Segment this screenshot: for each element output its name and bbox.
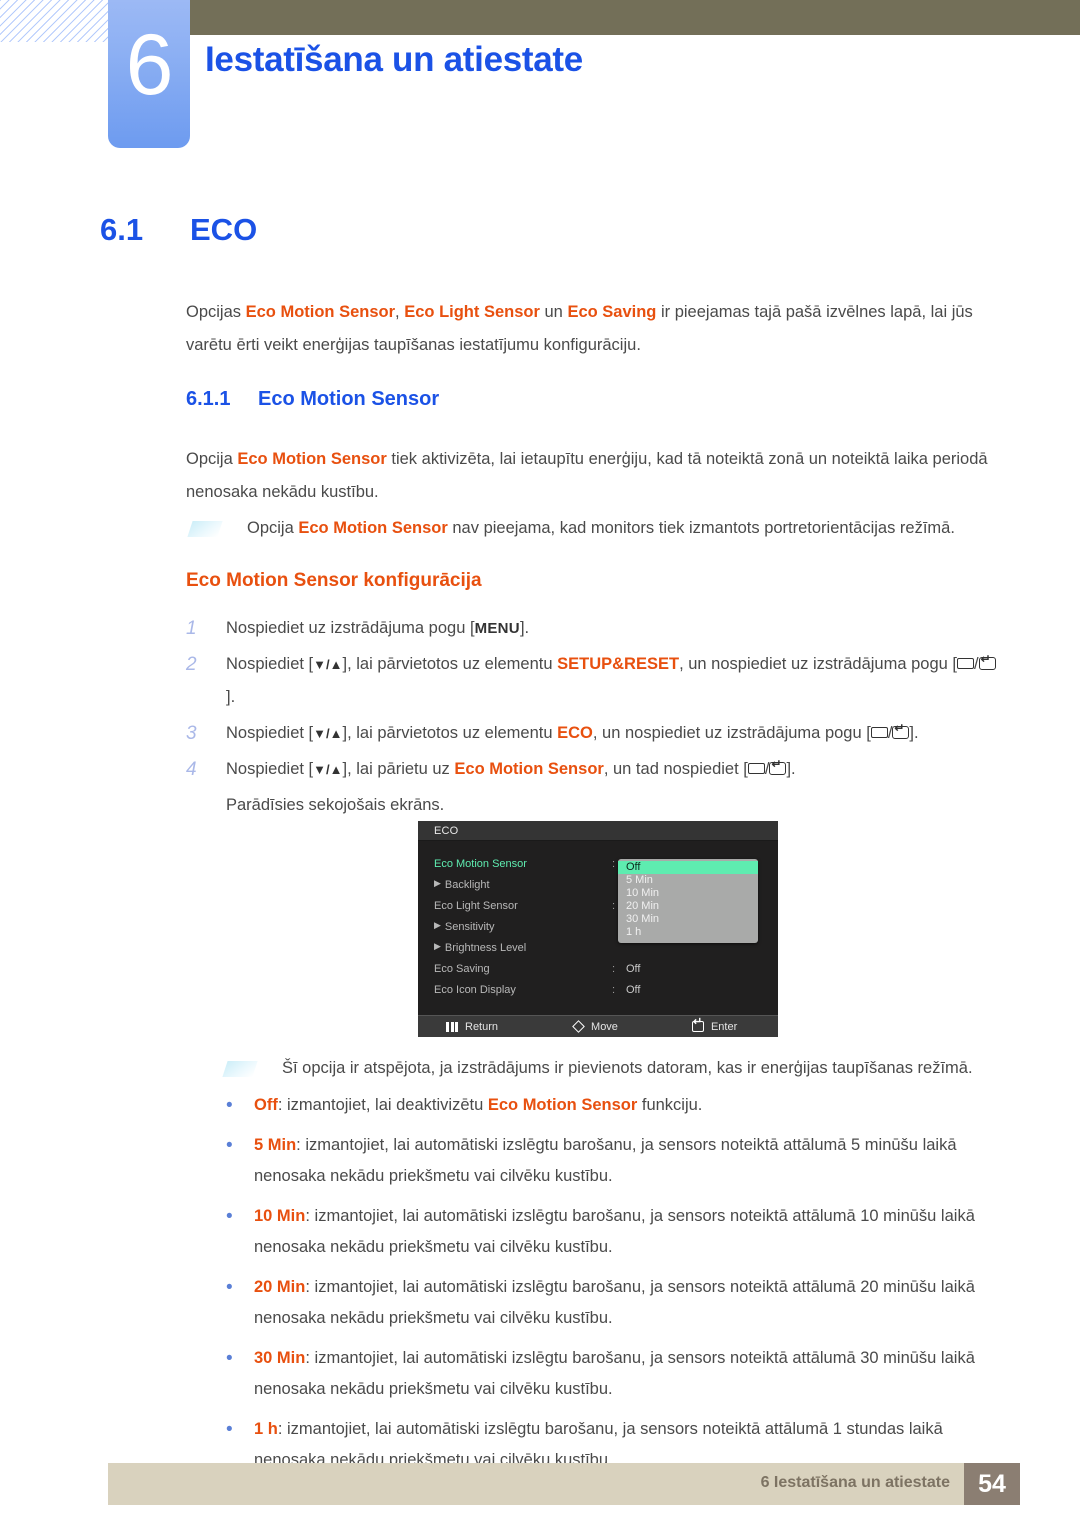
bullet-dot-icon: •	[226, 1348, 233, 1369]
bullet-text: 20 Min: izmantojiet, lai automātiski izs…	[254, 1278, 975, 1327]
list-item: • 20 Min: izmantojiet, lai automātiski i…	[222, 1272, 997, 1334]
triangle-right-icon: ▶	[434, 878, 441, 888]
enter-key-icon	[769, 758, 787, 776]
osd-title: ECO	[418, 821, 778, 841]
osd-row-value: Off	[626, 983, 641, 996]
osd-row-label: Eco Motion Sensor	[434, 857, 527, 870]
triangle-right-icon: ▶	[434, 941, 441, 951]
bullet-dot-icon: •	[226, 1277, 233, 1298]
subsection-intro-paragraph: Opcija Eco Motion Sensor tiek aktivizēta…	[186, 450, 988, 501]
osd-footer-move[interactable]: Move	[572, 1020, 618, 1033]
dropdown-option-1h[interactable]: 1 h	[618, 926, 758, 939]
dropdown-option-5min[interactable]: 5 Min	[618, 874, 758, 887]
osd-footer-return[interactable]: Return	[446, 1021, 498, 1033]
osd-body: Eco Motion Sensor : ▶ Backlight Eco Ligh…	[418, 841, 778, 1011]
footer-chapter-label: 6 Iestatīšana un atiestate	[760, 1474, 950, 1491]
page-number: 54	[964, 1463, 1020, 1505]
note-icon	[222, 1061, 258, 1077]
header-olive-bar	[190, 0, 1080, 35]
note-row-1: Opcija Eco Motion Sensor nav pieejama, k…	[187, 513, 990, 543]
eco-motion-sensor-dropdown[interactable]: Off 5 Min 10 Min 20 Min 30 Min 1 h	[618, 859, 758, 943]
note-icon	[187, 521, 223, 537]
enter-key-icon	[691, 1017, 704, 1032]
note-text-1: Opcija Eco Motion Sensor nav pieejama, k…	[247, 519, 955, 537]
step-item: 4 Nospiediet [▼/▲], lai pārietu uz Eco M…	[186, 753, 1001, 786]
chapter-number-tab: 6	[108, 0, 190, 148]
osd-row-colon: :	[612, 962, 616, 975]
bullet-text: 5 Min: izmantojiet, lai automātiski izsl…	[254, 1136, 957, 1185]
note-text-2: Šī opcija ir atspējota, ja izstrādājums …	[282, 1059, 973, 1077]
osd-row-colon: :	[612, 983, 616, 996]
osd-footer-bar: Return Move Enter	[418, 1015, 778, 1037]
enter-key-icon	[892, 722, 910, 740]
note-row-2: Šī opcija ir atspējota, ja izstrādājums …	[222, 1053, 995, 1083]
osd-footer-enter[interactable]: Enter	[691, 1017, 738, 1033]
source-key-icon	[747, 763, 765, 775]
subsection-heading: 6.1.1 Eco Motion Sensor	[186, 388, 439, 411]
bullet-text: 10 Min: izmantojiet, lai automātiski izs…	[254, 1207, 975, 1256]
source-key-icon	[870, 727, 888, 739]
diamond-icon	[572, 1020, 585, 1033]
page-footer-bar: 6 Iestatīšana un atiestate 54	[108, 1463, 1020, 1505]
bullet-dot-icon: •	[226, 1135, 233, 1156]
enter-key-icon	[978, 653, 996, 671]
config-heading: Eco Motion Sensor konfigurācija	[186, 570, 482, 591]
dropdown-option-30min[interactable]: 30 Min	[618, 913, 758, 926]
osd-row-eco-icon-display[interactable]: Eco Icon Display : Off	[418, 979, 778, 1000]
step-text: Nospiediet [▼/▲], lai pārietu uz Eco Mot…	[226, 753, 796, 786]
step-item: 3 Nospiediet [▼/▲], lai pārvietotos uz e…	[186, 717, 1001, 750]
step-followup-text: Parādīsies sekojošais ekrāns.	[226, 796, 445, 814]
document-page: 6 Iestatīšana un atiestate 6.1 ECO Opcij…	[0, 0, 1080, 1527]
bullet-text: Off: izmantojiet, lai deaktivizētu Eco M…	[254, 1096, 703, 1114]
option-bullet-list: • Off: izmantojiet, lai deaktivizētu Eco…	[222, 1090, 997, 1485]
osd-row-label: Backlight	[444, 878, 490, 891]
subsection-title: Eco Motion Sensor	[258, 388, 440, 410]
bullet-dot-icon: •	[226, 1095, 233, 1116]
decorative-hatch-pattern	[0, 0, 112, 42]
list-item: • 5 Min: izmantojiet, lai automātiski iz…	[222, 1130, 997, 1192]
dropdown-option-off[interactable]: Off	[618, 861, 758, 874]
osd-footer-return-label: Return	[465, 1020, 499, 1033]
step-item: 2 Nospiediet [▼/▲], lai pārvietotos uz e…	[186, 648, 1001, 714]
osd-row-label: Eco Saving	[434, 962, 490, 975]
list-item: • 10 Min: izmantojiet, lai automātiski i…	[222, 1201, 997, 1263]
chapter-title: Iestatīšana un atiestate	[205, 40, 583, 79]
osd-row-value: Off	[626, 962, 641, 975]
dropdown-option-10min[interactable]: 10 Min	[618, 887, 758, 900]
section-number: 6.1	[100, 212, 144, 247]
step-number: 4	[186, 759, 197, 780]
osd-row-label: Sensitivity	[444, 920, 495, 933]
step-number: 2	[186, 654, 197, 675]
list-item: • Off: izmantojiet, lai deaktivizētu Eco…	[222, 1090, 997, 1121]
osd-menu-screenshot: ECO Eco Motion Sensor : ▶ Backlight Eco …	[418, 821, 778, 1037]
source-key-icon	[956, 658, 974, 670]
osd-footer-move-label: Move	[591, 1020, 618, 1033]
step-text: Nospiediet [▼/▲], lai pārvietotos uz ele…	[226, 648, 1001, 714]
step-text: Nospiediet [▼/▲], lai pārvietotos uz ele…	[226, 717, 919, 750]
osd-footer-enter-label: Enter	[710, 1020, 738, 1033]
subsection-number: 6.1.1	[186, 388, 231, 410]
dropdown-option-20min[interactable]: 20 Min	[618, 900, 758, 913]
osd-row-label: Eco Icon Display	[434, 983, 516, 996]
osd-row-eco-saving[interactable]: Eco Saving : Off	[418, 958, 778, 979]
numbered-steps-list: 1 Nospiediet uz izstrādājuma pogu [MENU]…	[186, 612, 1001, 822]
chapter-number: 6	[125, 17, 174, 113]
section-title: ECO	[190, 212, 258, 247]
section-heading: 6.1 ECO	[100, 212, 257, 248]
osd-row-label: Brightness Level	[444, 941, 527, 954]
list-item: • 30 Min: izmantojiet, lai automātiski i…	[222, 1343, 997, 1405]
bullet-text: 30 Min: izmantojiet, lai automātiski izs…	[254, 1349, 975, 1398]
step-number: 3	[186, 723, 197, 744]
step-item: 1 Nospiediet uz izstrādājuma pogu [MENU]…	[186, 612, 1001, 645]
osd-row-label: Eco Light Sensor	[434, 899, 518, 912]
section-intro-paragraph: Opcijas Eco Motion Sensor, Eco Light Sen…	[186, 303, 973, 354]
step-text: Nospiediet uz izstrādājuma pogu [MENU].	[226, 619, 530, 637]
step-number: 1	[186, 618, 197, 639]
triangle-right-icon: ▶	[434, 920, 441, 930]
bullet-dot-icon: •	[226, 1206, 233, 1227]
bars-icon	[446, 1021, 458, 1032]
